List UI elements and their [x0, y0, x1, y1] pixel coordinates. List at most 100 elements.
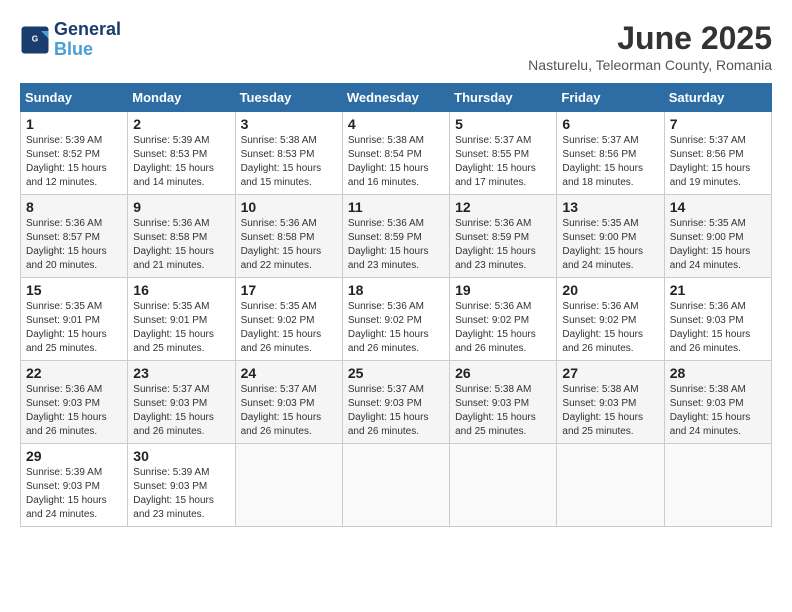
table-row: 2 Sunrise: 5:39 AM Sunset: 8:53 PM Daylig…: [128, 112, 235, 195]
calendar-row: 22 Sunrise: 5:36 AM Sunset: 9:03 PM Dayli…: [21, 361, 772, 444]
day-info: Sunrise: 5:38 AM Sunset: 9:03 PM Dayligh…: [562, 383, 658, 439]
day-info: Sunrise: 5:36 AM Sunset: 8:57 PM Dayligh…: [26, 217, 122, 273]
table-row: 9 Sunrise: 5:36 AM Sunset: 8:58 PM Daylig…: [128, 195, 235, 278]
day-number: 23: [133, 365, 229, 381]
table-row: 5Sunrise: 5:37 AM Sunset: 8:55 PM Daylig…: [450, 112, 557, 195]
table-row: 1 Sunrise: 5:39 AM Sunset: 8:52 PM Daylig…: [21, 112, 128, 195]
day-info: Sunrise: 5:36 AM Sunset: 9:02 PM Dayligh…: [348, 300, 444, 356]
day-number: 29: [26, 448, 122, 464]
day-number: 13: [562, 199, 658, 215]
table-row: [235, 444, 342, 527]
day-number: 2: [133, 116, 229, 132]
day-number: 22: [26, 365, 122, 381]
table-row: 28Sunrise: 5:38 AM Sunset: 9:03 PM Dayli…: [664, 361, 771, 444]
day-info: Sunrise: 5:37 AM Sunset: 9:03 PM Dayligh…: [241, 383, 337, 439]
day-number: 3: [241, 116, 337, 132]
day-info: Sunrise: 5:36 AM Sunset: 8:58 PM Dayligh…: [133, 217, 229, 273]
day-info: Sunrise: 5:35 AM Sunset: 9:02 PM Dayligh…: [241, 300, 337, 356]
table-row: 24 Sunrise: 5:37 AM Sunset: 9:03 PM Dayli…: [235, 361, 342, 444]
logo-line2: Blue: [54, 40, 121, 60]
day-info: Sunrise: 5:38 AM Sunset: 8:53 PM Dayligh…: [241, 134, 337, 190]
logo-line1: General: [54, 20, 121, 40]
table-row: 20Sunrise: 5:36 AM Sunset: 9:02 PM Dayli…: [557, 278, 664, 361]
weekday-header-row: Sunday Monday Tuesday Wednesday Thursday…: [21, 84, 772, 112]
header-friday: Friday: [557, 84, 664, 112]
table-row: 13 Sunrise: 5:35 AM Sunset: 9:00 PM Dayli…: [557, 195, 664, 278]
table-row: 10Sunrise: 5:36 AM Sunset: 8:58 PM Dayli…: [235, 195, 342, 278]
header-tuesday: Tuesday: [235, 84, 342, 112]
day-number: 24: [241, 365, 337, 381]
day-number: 12: [455, 199, 551, 215]
calendar-row: 29 Sunrise: 5:39 AM Sunset: 9:03 PM Dayli…: [21, 444, 772, 527]
day-info: Sunrise: 5:38 AM Sunset: 9:03 PM Dayligh…: [455, 383, 551, 439]
table-row: 7Sunrise: 5:37 AM Sunset: 8:56 PM Daylig…: [664, 112, 771, 195]
day-number: 17: [241, 282, 337, 298]
day-number: 25: [348, 365, 444, 381]
table-row: 4 Sunrise: 5:38 AM Sunset: 8:54 PM Daylig…: [342, 112, 449, 195]
table-row: 27 Sunrise: 5:38 AM Sunset: 9:03 PM Dayli…: [557, 361, 664, 444]
calendar-table: Sunday Monday Tuesday Wednesday Thursday…: [20, 83, 772, 527]
calendar-row: 1 Sunrise: 5:39 AM Sunset: 8:52 PM Daylig…: [21, 112, 772, 195]
day-info: Sunrise: 5:36 AM Sunset: 8:59 PM Dayligh…: [348, 217, 444, 273]
day-info: Sunrise: 5:39 AM Sunset: 9:03 PM Dayligh…: [133, 466, 229, 522]
day-info: Sunrise: 5:36 AM Sunset: 9:03 PM Dayligh…: [26, 383, 122, 439]
day-info: Sunrise: 5:36 AM Sunset: 9:02 PM Dayligh…: [455, 300, 551, 356]
table-row: 6 Sunrise: 5:37 AM Sunset: 8:56 PM Daylig…: [557, 112, 664, 195]
table-row: 15Sunrise: 5:35 AM Sunset: 9:01 PM Dayli…: [21, 278, 128, 361]
table-row: [342, 444, 449, 527]
day-info: Sunrise: 5:35 AM Sunset: 9:00 PM Dayligh…: [562, 217, 658, 273]
day-number: 9: [133, 199, 229, 215]
day-number: 6: [562, 116, 658, 132]
table-row: 11Sunrise: 5:36 AM Sunset: 8:59 PM Dayli…: [342, 195, 449, 278]
table-row: 3 Sunrise: 5:38 AM Sunset: 8:53 PM Daylig…: [235, 112, 342, 195]
table-row: 29 Sunrise: 5:39 AM Sunset: 9:03 PM Dayli…: [21, 444, 128, 527]
day-info: Sunrise: 5:39 AM Sunset: 8:53 PM Dayligh…: [133, 134, 229, 190]
day-info: Sunrise: 5:36 AM Sunset: 9:03 PM Dayligh…: [670, 300, 766, 356]
logo-icon: G: [20, 25, 50, 55]
day-info: Sunrise: 5:37 AM Sunset: 9:03 PM Dayligh…: [348, 383, 444, 439]
day-number: 8: [26, 199, 122, 215]
table-row: 30 Sunrise: 5:39 AM Sunset: 9:03 PM Dayli…: [128, 444, 235, 527]
location-title: Nasturelu, Teleorman County, Romania: [528, 57, 772, 73]
calendar-row: 8 Sunrise: 5:36 AM Sunset: 8:57 PM Daylig…: [21, 195, 772, 278]
day-number: 27: [562, 365, 658, 381]
day-number: 19: [455, 282, 551, 298]
day-info: Sunrise: 5:38 AM Sunset: 8:54 PM Dayligh…: [348, 134, 444, 190]
day-info: Sunrise: 5:35 AM Sunset: 9:00 PM Dayligh…: [670, 217, 766, 273]
day-number: 1: [26, 116, 122, 132]
day-number: 30: [133, 448, 229, 464]
table-row: 12 Sunrise: 5:36 AM Sunset: 8:59 PM Dayli…: [450, 195, 557, 278]
day-number: 18: [348, 282, 444, 298]
day-info: Sunrise: 5:36 AM Sunset: 8:59 PM Dayligh…: [455, 217, 551, 273]
day-info: Sunrise: 5:37 AM Sunset: 9:03 PM Dayligh…: [133, 383, 229, 439]
table-row: 14Sunrise: 5:35 AM Sunset: 9:00 PM Dayli…: [664, 195, 771, 278]
day-info: Sunrise: 5:37 AM Sunset: 8:56 PM Dayligh…: [562, 134, 658, 190]
logo: G General Blue: [20, 20, 121, 60]
table-row: 21 Sunrise: 5:36 AM Sunset: 9:03 PM Dayli…: [664, 278, 771, 361]
day-info: Sunrise: 5:35 AM Sunset: 9:01 PM Dayligh…: [26, 300, 122, 356]
page-header: G General Blue June 2025 Nasturelu, Tele…: [20, 20, 772, 73]
table-row: [664, 444, 771, 527]
day-info: Sunrise: 5:39 AM Sunset: 9:03 PM Dayligh…: [26, 466, 122, 522]
day-number: 21: [670, 282, 766, 298]
table-row: 25 Sunrise: 5:37 AM Sunset: 9:03 PM Dayli…: [342, 361, 449, 444]
day-number: 7: [670, 116, 766, 132]
table-row: 8 Sunrise: 5:36 AM Sunset: 8:57 PM Daylig…: [21, 195, 128, 278]
table-row: [450, 444, 557, 527]
title-area: June 2025 Nasturelu, Teleorman County, R…: [528, 20, 772, 73]
header-monday: Monday: [128, 84, 235, 112]
month-title: June 2025: [528, 20, 772, 57]
table-row: 18 Sunrise: 5:36 AM Sunset: 9:02 PM Dayli…: [342, 278, 449, 361]
day-number: 26: [455, 365, 551, 381]
day-number: 5: [455, 116, 551, 132]
header-wednesday: Wednesday: [342, 84, 449, 112]
day-info: Sunrise: 5:39 AM Sunset: 8:52 PM Dayligh…: [26, 134, 122, 190]
table-row: [557, 444, 664, 527]
header-sunday: Sunday: [21, 84, 128, 112]
day-info: Sunrise: 5:36 AM Sunset: 9:02 PM Dayligh…: [562, 300, 658, 356]
day-number: 28: [670, 365, 766, 381]
table-row: 19 Sunrise: 5:36 AM Sunset: 9:02 PM Dayli…: [450, 278, 557, 361]
calendar-row: 15Sunrise: 5:35 AM Sunset: 9:01 PM Dayli…: [21, 278, 772, 361]
table-row: 22 Sunrise: 5:36 AM Sunset: 9:03 PM Dayli…: [21, 361, 128, 444]
day-number: 4: [348, 116, 444, 132]
